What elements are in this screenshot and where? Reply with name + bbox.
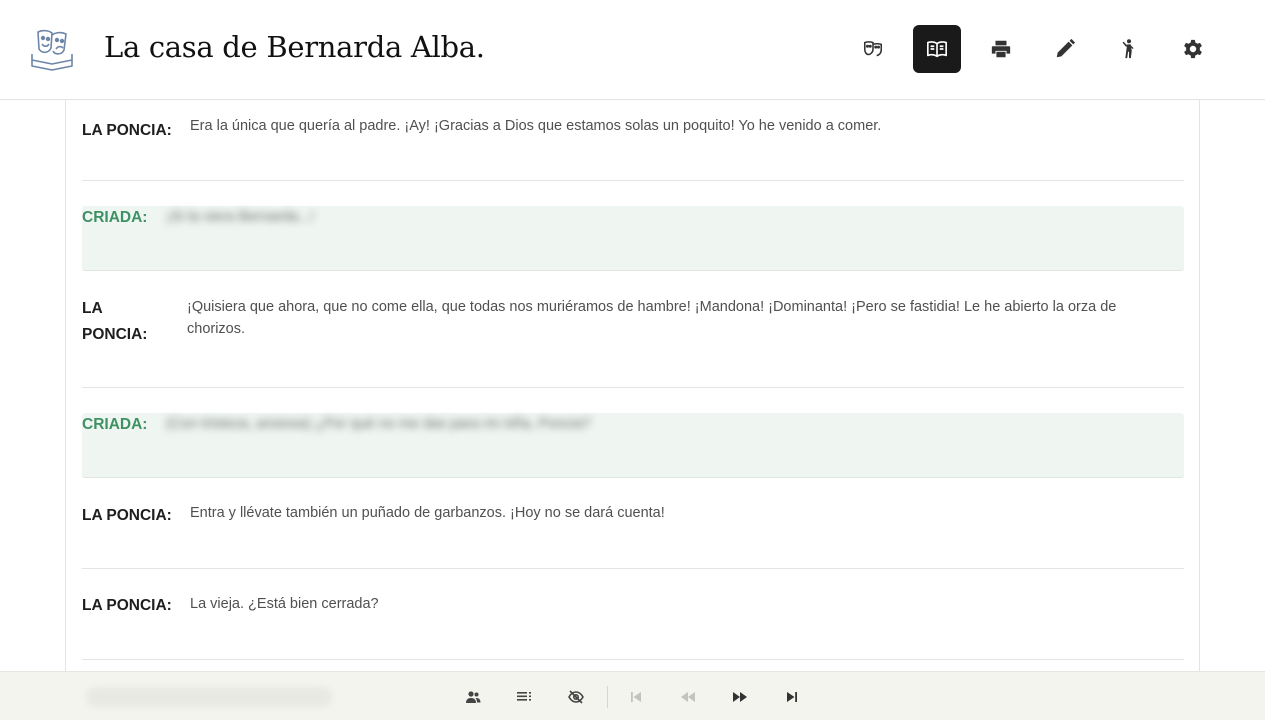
dialogue-text: ¡Quisiera que ahora, que no come ella, q…: [187, 299, 1117, 337]
pencil-icon: [1056, 38, 1076, 58]
theater-masks-button[interactable]: [849, 25, 897, 73]
settings-button[interactable]: [1169, 25, 1217, 73]
app-header: La casa de Bernarda Alba.: [0, 0, 1265, 100]
theater-masks-icon: [863, 41, 883, 57]
actor-button[interactable]: [1105, 25, 1153, 73]
hidden-dialogue-text: ¡Si la viera Bernarda...!: [166, 209, 315, 225]
dialogue-line[interactable]: LA PONCIA: Entra y llévate también un pu…: [82, 478, 1184, 569]
script-view[interactable]: LA PONCIA: Era la única que quería al pa…: [65, 100, 1200, 671]
fast-forward-icon: [733, 692, 747, 702]
skip-start-icon: [631, 692, 641, 702]
playback-bar: [0, 671, 1265, 720]
eye-off-icon: [568, 690, 584, 704]
actor-icon: [1122, 39, 1134, 59]
characters-button[interactable]: [461, 685, 485, 709]
blurred-status: [86, 687, 332, 707]
speaker-name: CRIADA:: [82, 209, 148, 226]
theater-book-logo-icon: [30, 26, 74, 72]
dialogue-line[interactable]: LA PONCIA: ¡Quisiera que ahora, que no c…: [82, 271, 1184, 388]
dialogue-line-hidden[interactable]: CRIADA: ¡Si la viera Bernarda...!: [82, 206, 1184, 271]
list-icon: [517, 692, 531, 701]
speaker-name: LA PONCIA:: [82, 122, 172, 139]
printer-icon: [991, 40, 1011, 58]
edit-button[interactable]: [1041, 25, 1089, 73]
rewind-icon: [681, 692, 695, 702]
previous-line-button[interactable]: [676, 685, 700, 709]
dialogue-line-hidden[interactable]: CRIADA: (Con tristeza, ansiosa) ¿Por qué…: [82, 413, 1184, 478]
speaker-name: LA PONCIA:: [82, 300, 148, 343]
toolbar-divider: [607, 686, 608, 708]
next-line-button[interactable]: [728, 685, 752, 709]
dialogue-text: La vieja. ¿Está bien cerrada?: [190, 596, 379, 612]
first-line-button[interactable]: [624, 685, 648, 709]
read-mode-button[interactable]: [913, 25, 961, 73]
hide-lines-button[interactable]: [564, 685, 588, 709]
dialogue-line[interactable]: LA PONCIA: Era la única que quería al pa…: [82, 100, 1184, 181]
dialogue-text: Entra y llévate también un puñado de gar…: [190, 505, 665, 521]
dialogue-line[interactable]: LA PONCIA: La vieja. ¿Está bien cerrada?: [82, 569, 1184, 660]
speaker-name: LA PONCIA:: [82, 597, 172, 614]
skip-end-icon: [787, 692, 797, 702]
page-title: La casa de Bernarda Alba.: [104, 30, 485, 64]
speaker-name: CRIADA:: [82, 416, 148, 433]
list-button[interactable]: [512, 685, 536, 709]
speaker-name: LA PONCIA:: [82, 507, 172, 524]
last-line-button[interactable]: [780, 685, 804, 709]
open-book-icon: [927, 41, 947, 58]
print-button[interactable]: [977, 25, 1025, 73]
gear-icon: [1184, 39, 1202, 59]
dialogue-text: Era la única que quería al padre. ¡Ay! ¡…: [190, 118, 882, 134]
characters-icon: [466, 691, 481, 703]
hidden-dialogue-text: (Con tristeza, ansiosa) ¿Por qué no me d…: [166, 416, 591, 432]
